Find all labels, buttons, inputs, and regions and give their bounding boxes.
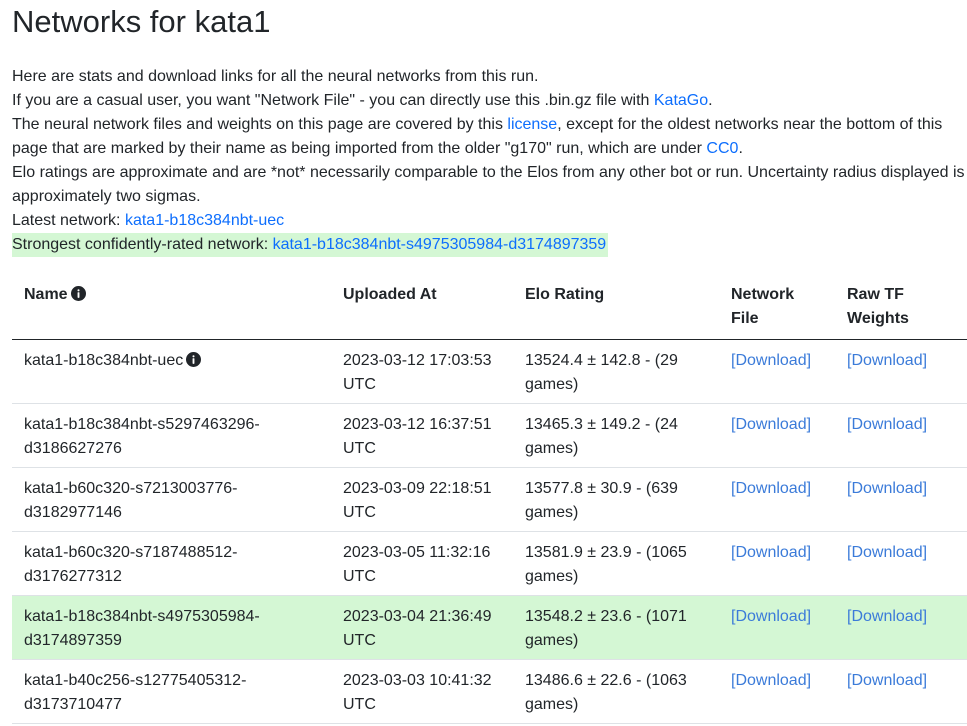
- table-header-row: Name Uploaded At Elo Rating Network File…: [12, 271, 967, 340]
- table-row: kata1-b18c384nbt-s5297463296-d3186627276…: [12, 403, 967, 468]
- info-icon[interactable]: [186, 351, 202, 367]
- cell-uploaded: 2023-03-12 17:03:53 UTC: [331, 339, 513, 404]
- header-uploaded: Uploaded At: [331, 271, 513, 340]
- download-raw-weights-link[interactable]: [Download]: [847, 480, 927, 497]
- header-name-label: Name: [24, 286, 68, 303]
- table-body: kata1-b18c384nbt-uec 2023-03-12 17:03:53 …: [12, 339, 967, 724]
- cell-uploaded: 2023-03-09 22:18:51 UTC: [331, 467, 513, 532]
- katago-link[interactable]: KataGo: [654, 92, 708, 109]
- cell-name: kata1-b18c384nbt-uec: [12, 339, 331, 404]
- network-name: kata1-b40c256-s12775405312-d3173710477: [24, 672, 247, 713]
- cell-raw-weights: [Download]: [835, 403, 967, 468]
- network-name: kata1-b60c320-s7187488512-d3176277312: [24, 544, 238, 585]
- cell-name: kata1-b40c256-s12775405312-d3173710477: [12, 659, 331, 724]
- license-link[interactable]: license: [507, 116, 557, 133]
- cell-elo: 13577.8 ± 30.9 - (639 games): [513, 467, 719, 532]
- cell-network-file: [Download]: [719, 467, 835, 532]
- header-name: Name: [12, 271, 331, 340]
- cell-elo: 13524.4 ± 142.8 - (29 games): [513, 339, 719, 404]
- download-network-file-link[interactable]: [Download]: [731, 352, 811, 369]
- intro-line-3-end: .: [738, 140, 743, 157]
- strongest-network-label: Strongest confidently-rated network:: [12, 236, 273, 253]
- network-name: kata1-b18c384nbt-s5297463296-d3186627276: [24, 416, 260, 457]
- page-title: Networks for kata1: [12, 4, 271, 39]
- latest-network-line: Latest network: kata1-b18c384nbt-uec: [12, 209, 967, 233]
- cell-name: kata1-b18c384nbt-s5297463296-d3186627276: [12, 403, 331, 468]
- download-network-file-link[interactable]: [Download]: [731, 480, 811, 497]
- cell-uploaded: 2023-03-04 21:36:49 UTC: [331, 595, 513, 660]
- intro-line-3: The neural network files and weights on …: [12, 113, 967, 161]
- strongest-network-line: Strongest confidently-rated network: kat…: [12, 233, 967, 257]
- latest-network-link[interactable]: kata1-b18c384nbt-uec: [125, 212, 284, 229]
- cell-elo: 13581.9 ± 23.9 - (1065 games): [513, 531, 719, 596]
- table-row: kata1-b40c256-s12775405312-d3173710477 20…: [12, 659, 967, 724]
- network-name: kata1-b18c384nbt-s4975305984-d3174897359: [24, 608, 260, 649]
- intro-line-2-end: .: [708, 92, 713, 109]
- cell-raw-weights: [Download]: [835, 595, 967, 660]
- cell-uploaded: 2023-03-12 16:37:51 UTC: [331, 403, 513, 468]
- header-raw-weights: Raw TF Weights: [835, 271, 967, 340]
- strongest-network-link[interactable]: kata1-b18c384nbt-s4975305984-d3174897359: [273, 236, 607, 253]
- cell-network-file: [Download]: [719, 595, 835, 660]
- cell-raw-weights: [Download]: [835, 659, 967, 724]
- download-network-file-link[interactable]: [Download]: [731, 544, 811, 561]
- download-raw-weights-link[interactable]: [Download]: [847, 544, 927, 561]
- download-raw-weights-link[interactable]: [Download]: [847, 352, 927, 369]
- networks-table: Name Uploaded At Elo Rating Network File…: [12, 271, 967, 724]
- cell-uploaded: 2023-03-03 10:41:32 UTC: [331, 659, 513, 724]
- cell-elo: 13548.2 ± 23.6 - (1071 games): [513, 595, 719, 660]
- cell-elo: 13465.3 ± 149.2 - (24 games): [513, 403, 719, 468]
- cell-raw-weights: [Download]: [835, 531, 967, 596]
- latest-network-label: Latest network:: [12, 212, 125, 229]
- cell-raw-weights: [Download]: [835, 339, 967, 404]
- table-row: kata1-b60c320-s7213003776-d3182977146 202…: [12, 467, 967, 532]
- cell-network-file: [Download]: [719, 339, 835, 404]
- table-row: kata1-b18c384nbt-uec 2023-03-12 17:03:53 …: [12, 339, 967, 404]
- cc0-link[interactable]: CC0: [706, 140, 738, 157]
- download-raw-weights-link[interactable]: [Download]: [847, 672, 927, 689]
- network-name: kata1-b60c320-s7213003776-d3182977146: [24, 480, 238, 521]
- intro-line-2-text: If you are a casual user, you want "Netw…: [12, 92, 654, 109]
- intro-line-3-text: The neural network files and weights on …: [12, 116, 508, 133]
- download-raw-weights-link[interactable]: [Download]: [847, 416, 927, 433]
- header-network-file: Network File: [719, 271, 835, 340]
- download-network-file-link[interactable]: [Download]: [731, 608, 811, 625]
- network-name: kata1-b18c384nbt-uec: [24, 352, 184, 369]
- strongest-network-highlight: Strongest confidently-rated network: kat…: [12, 233, 609, 257]
- table-row: kata1-b60c320-s7187488512-d3176277312 202…: [12, 531, 967, 596]
- cell-name: kata1-b60c320-s7187488512-d3176277312: [12, 531, 331, 596]
- cell-network-file: [Download]: [719, 659, 835, 724]
- cell-elo: 13486.6 ± 22.6 - (1063 games): [513, 659, 719, 724]
- download-network-file-link[interactable]: [Download]: [731, 416, 811, 433]
- cell-name: kata1-b18c384nbt-s4975305984-d3174897359: [12, 595, 331, 660]
- info-icon[interactable]: [70, 285, 86, 301]
- intro-line-1: Here are stats and download links for al…: [12, 68, 539, 85]
- cell-raw-weights: [Download]: [835, 467, 967, 532]
- intro-line-2: If you are a casual user, you want "Netw…: [12, 89, 967, 113]
- cell-network-file: [Download]: [719, 531, 835, 596]
- download-network-file-link[interactable]: [Download]: [731, 672, 811, 689]
- download-raw-weights-link[interactable]: [Download]: [847, 608, 927, 625]
- page: Networks for kata1 Here are stats and do…: [0, 0, 967, 724]
- header-elo: Elo Rating: [513, 271, 719, 340]
- intro: Here are stats and download links for al…: [12, 65, 967, 257]
- cell-network-file: [Download]: [719, 403, 835, 468]
- intro-line-4: Elo ratings are approximate and are *not…: [12, 164, 965, 205]
- cell-uploaded: 2023-03-05 11:32:16 UTC: [331, 531, 513, 596]
- table-row: kata1-b18c384nbt-s4975305984-d3174897359…: [12, 595, 967, 660]
- cell-name: kata1-b60c320-s7213003776-d3182977146: [12, 467, 331, 532]
